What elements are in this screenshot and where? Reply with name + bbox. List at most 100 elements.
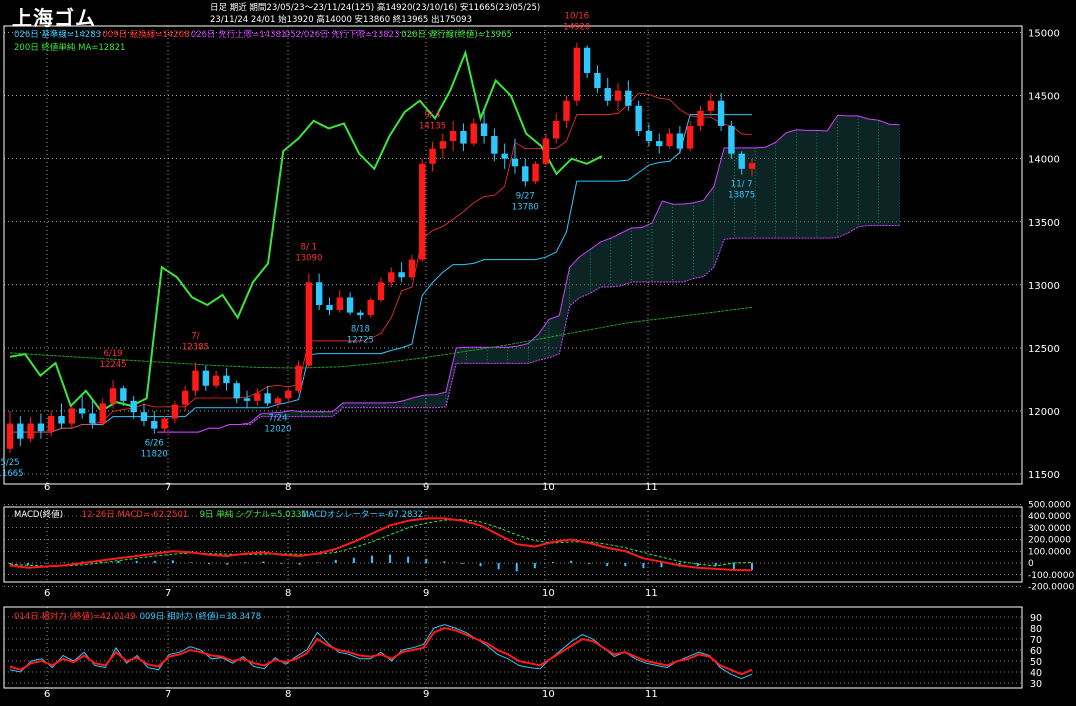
candle-body <box>429 148 436 164</box>
rsi-tick-label: 50 <box>1030 657 1042 668</box>
price-annotation-date: 10/16 <box>565 12 590 22</box>
candle-body <box>542 138 550 164</box>
candle-body <box>17 423 24 439</box>
rsi-legend-item: 009日 相対力 (終値)=38.3478 <box>140 611 262 622</box>
month-tick-label: 6 <box>44 689 50 700</box>
month-tick-label: 11 <box>645 689 658 700</box>
rsi9-line <box>9 624 753 680</box>
price-annotation-date: 6/19 <box>104 349 123 359</box>
candle-body <box>151 421 158 429</box>
candle-body <box>233 383 240 399</box>
candle-body <box>140 412 148 422</box>
candle-body <box>501 153 508 159</box>
rsi-tick-label: 90 <box>1030 613 1042 624</box>
price-legend-item: 009日 転換線=14208 <box>102 29 189 40</box>
macd-line <box>9 517 753 572</box>
macd-tick-label: 200.0000 <box>1028 536 1071 546</box>
price-annotation-date: 9/27 <box>516 191 535 201</box>
panel-frame <box>3 25 1023 485</box>
price-annotation-value: 11820 <box>141 450 168 460</box>
month-tick-label: 7 <box>165 482 171 493</box>
candle-body <box>6 423 14 449</box>
rsi-tick-label: 40 <box>1030 668 1042 679</box>
price-annotation-value: 13090 <box>295 253 322 263</box>
candle-body <box>285 390 292 399</box>
candle-body <box>728 125 735 154</box>
month-tick-label: 10 <box>542 482 555 493</box>
macd-tick-label: 500.0000 <box>1028 500 1071 510</box>
candle-body <box>109 388 117 404</box>
month-tick-label: 9 <box>423 689 429 700</box>
price-tick-label: 14000 <box>1028 155 1060 166</box>
macd-tick-label: -200.0000 <box>1028 583 1074 593</box>
month-tick-label: 8 <box>285 689 291 700</box>
candle-body <box>635 105 642 131</box>
price-annotation-date: 11/ 7 <box>731 179 753 189</box>
month-tick-label: 7 <box>165 588 171 599</box>
candle-body <box>346 297 354 313</box>
price-annotation-value: 13780 <box>512 202 539 212</box>
month-tick-label: 10 <box>542 588 555 599</box>
candle-body <box>37 423 45 432</box>
price-annotation-date: 8/ 1 <box>301 242 317 252</box>
month-tick-label: 8 <box>285 588 291 599</box>
price-annotation-date: 7/ <box>191 331 199 341</box>
candle-body <box>58 415 65 424</box>
macd-legend-item: 9日 単純 シグナル=5.0331 <box>200 509 307 520</box>
price-annotation-date: 8/18 <box>351 325 370 335</box>
price-annotation-value: 11665 <box>0 469 24 479</box>
price-annotation-value: 12245 <box>100 360 127 370</box>
candle-body <box>614 90 622 101</box>
price-tick-label: 13000 <box>1028 281 1060 292</box>
candle-body <box>212 375 220 386</box>
price-tick-label: 11500 <box>1028 470 1060 481</box>
candle-body <box>398 272 405 278</box>
candle-body <box>532 163 539 182</box>
candle-body <box>27 423 34 439</box>
price-tick-label: 14500 <box>1028 92 1060 103</box>
ma200-legend: 200日 終値単純 MA=12821 <box>14 42 125 53</box>
kumo-cloud <box>157 115 900 433</box>
price-annotation-date: 9/ 4 <box>424 111 440 121</box>
candle-body <box>305 282 313 366</box>
candle-body <box>625 90 632 106</box>
candle-body <box>604 88 611 101</box>
price-tick-label: 15000 <box>1028 29 1060 40</box>
price-legend-item: 026日 基準線=14283 <box>14 29 101 40</box>
candle-body <box>480 123 488 137</box>
price-annotation-value: 12725 <box>347 336 374 346</box>
candle-body <box>408 259 416 278</box>
macd-legend-item: 12-26日 MACD=-62.2501 <box>82 510 189 520</box>
macd-legend-item: MACDオシレーター=-67.2832 <box>301 510 423 520</box>
candle-body <box>439 141 447 149</box>
price-annotation-date: 6/26 <box>145 439 164 449</box>
candle-body <box>563 100 570 121</box>
macd-legend-item: MACD(終値) <box>14 509 63 520</box>
month-tick-label: 7 <box>165 689 171 700</box>
month-tick-label: 6 <box>44 482 50 493</box>
candle-body <box>594 72 601 89</box>
candle-body <box>656 141 663 147</box>
candle-body <box>460 130 467 144</box>
month-tick-label: 6 <box>44 588 50 599</box>
candle-body <box>511 158 519 167</box>
candle-body <box>326 305 333 311</box>
price-legend-item: 026日 遅行線(終値)=13965 <box>401 29 512 40</box>
candle-body <box>697 110 704 126</box>
candle-body <box>99 403 106 424</box>
candle-body <box>68 408 76 424</box>
candle-body <box>583 47 591 73</box>
rsi-tick-label: 70 <box>1030 635 1042 646</box>
chart-window: 上海ゴム 日足 期近 期間23/05/23～23/11/24(125) 高149… <box>0 0 1076 706</box>
candle-body <box>449 130 457 142</box>
macd-tick-label: 400.0000 <box>1028 512 1071 522</box>
rsi-tick-label: 80 <box>1030 624 1042 635</box>
candle-body <box>130 400 137 413</box>
macd-tick-label: 300.0000 <box>1028 524 1071 534</box>
candle-body <box>388 272 395 283</box>
candle-body <box>748 163 756 169</box>
candle-body <box>666 133 673 147</box>
candle-body <box>419 163 426 260</box>
candle-body <box>89 413 96 424</box>
candle-body <box>377 282 385 300</box>
